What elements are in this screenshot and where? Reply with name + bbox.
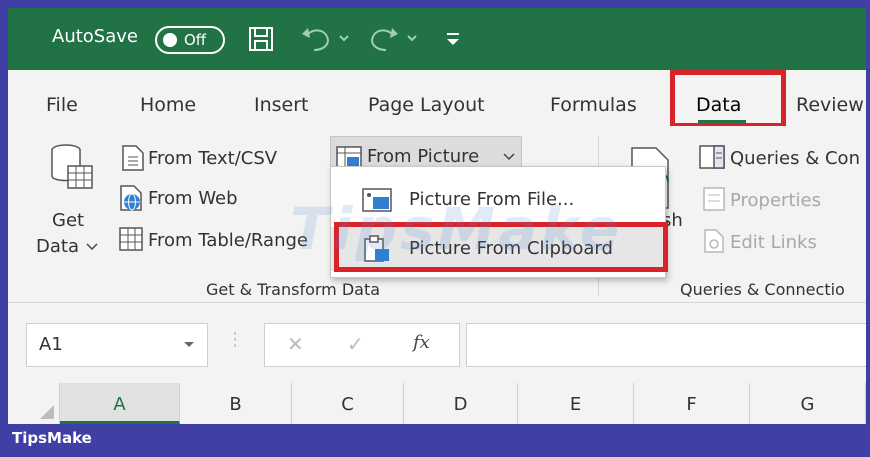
title-bar: AutoSave Off	[8, 8, 866, 70]
group-label-queries: Queries & Connectio	[680, 280, 845, 299]
queries-connections-button[interactable]: Queries & Con	[730, 148, 860, 169]
tab-home[interactable]: Home	[140, 94, 196, 116]
autosave-toggle[interactable]: Off	[155, 26, 225, 54]
column-header-g[interactable]: G	[750, 383, 866, 424]
toggle-state: Off	[184, 31, 207, 49]
autosave-label: AutoSave	[52, 26, 138, 47]
name-box[interactable]: A1	[26, 323, 208, 367]
get-data-icon	[51, 144, 93, 189]
web-icon	[120, 185, 142, 211]
text-file-icon	[122, 145, 144, 171]
column-headers: A B C D E F G	[8, 383, 866, 424]
get-data-label-1[interactable]: Get	[52, 210, 84, 231]
column-header-a[interactable]: A	[60, 383, 180, 424]
table-icon	[119, 227, 143, 251]
insert-function-button[interactable]: fx	[413, 332, 430, 353]
formula-bar: A1 ⋮ ✕ ✓ fx	[8, 303, 866, 383]
column-header-e[interactable]: E	[518, 383, 634, 424]
undo-icon[interactable]	[300, 24, 352, 52]
column-header-b[interactable]: B	[180, 383, 292, 424]
from-picture-label: From Picture	[367, 146, 480, 167]
redo-icon[interactable]	[368, 24, 420, 52]
formula-input[interactable]	[466, 323, 866, 367]
select-all-icon	[40, 405, 54, 419]
queries-icon	[699, 145, 725, 169]
tab-insert[interactable]: Insert	[254, 94, 309, 116]
column-header-d[interactable]: D	[404, 383, 518, 424]
customize-quick-access-icon[interactable]	[444, 30, 462, 48]
name-box-value: A1	[39, 334, 63, 355]
from-text-csv-button[interactable]: From Text/CSV	[148, 148, 277, 169]
toggle-knob	[163, 33, 177, 47]
column-header-f[interactable]: F	[634, 383, 750, 424]
tab-file[interactable]: File	[46, 94, 78, 116]
from-table-range-button[interactable]: From Table/Range	[148, 230, 308, 251]
from-web-button[interactable]: From Web	[148, 188, 238, 209]
watermark: TipsMake	[290, 195, 623, 263]
data-tab-highlight	[670, 70, 786, 128]
enter-icon[interactable]: ✓	[347, 332, 364, 356]
edit-links-icon	[704, 229, 724, 253]
tab-review[interactable]: Review	[796, 94, 864, 116]
select-all-corner[interactable]	[8, 383, 60, 424]
from-picture-chevron-icon	[503, 153, 515, 161]
save-icon[interactable]	[248, 26, 274, 52]
edit-links-button[interactable]: Edit Links	[730, 232, 817, 253]
properties-icon	[703, 187, 725, 211]
formula-controls: ✕ ✓ fx	[264, 323, 460, 367]
excel-window: AutoSave Off File Home Insert Page Layou…	[8, 8, 866, 424]
tab-page-layout[interactable]: Page Layout	[368, 94, 485, 116]
tab-formulas[interactable]: Formulas	[550, 94, 637, 116]
get-data-label-2[interactable]: Data	[36, 236, 79, 257]
cancel-icon[interactable]: ✕	[287, 332, 304, 356]
column-header-c[interactable]: C	[292, 383, 404, 424]
get-data-chevron-icon[interactable]	[86, 242, 98, 252]
properties-button[interactable]: Properties	[730, 190, 821, 211]
group-label-get-transform: Get & Transform Data	[206, 280, 381, 299]
name-box-dropdown-icon[interactable]	[183, 340, 195, 350]
footer-brand: TipsMake	[12, 429, 92, 447]
formula-bar-grip-icon[interactable]: ⋮	[226, 329, 244, 350]
